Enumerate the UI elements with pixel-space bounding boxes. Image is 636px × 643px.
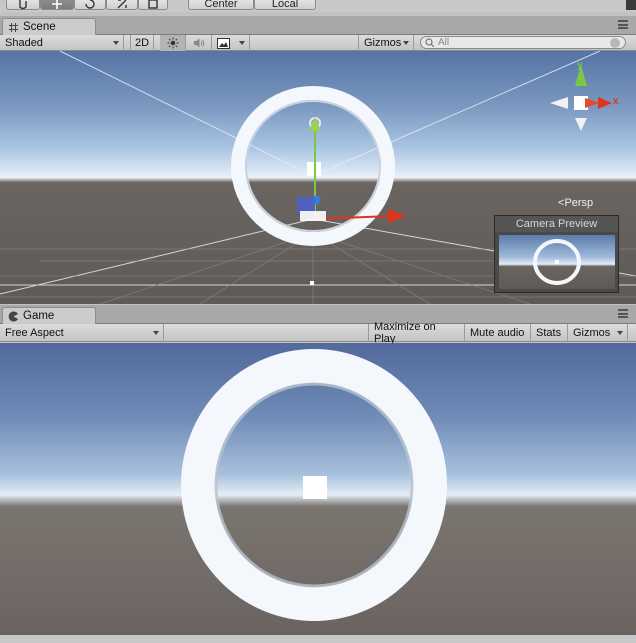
orientation-gizmo [550, 65, 612, 131]
tab-game-label: Game [23, 310, 55, 322]
scene-search-placeholder: All [438, 37, 450, 48]
chevron-down-icon [153, 331, 159, 335]
rect-icon [148, 0, 158, 9]
scene-gizmos-dropdown[interactable]: Gizmos [358, 35, 414, 51]
shading-mode-value: Shaded [5, 37, 43, 49]
audio-toggle[interactable] [186, 35, 212, 51]
game-gizmos-dropdown[interactable]: Gizmos [568, 324, 628, 342]
mute-audio-label: Mute audio [470, 327, 525, 339]
mode-2d-toggle[interactable]: 2D [130, 35, 154, 51]
hand-icon [19, 0, 27, 10]
rotate-tool-button[interactable] [74, 0, 106, 10]
window-corner [626, 0, 636, 10]
search-clear-icon[interactable] [610, 38, 620, 48]
camera-preview-panel: Camera Preview [494, 215, 619, 293]
move-tool-button[interactable] [40, 0, 74, 10]
camera-preview-drawing [533, 239, 581, 285]
scene-tab-menu-icon[interactable] [618, 20, 628, 29]
shading-mode-dropdown[interactable]: Shaded [0, 35, 124, 51]
pivot-mode-button[interactable]: Center [188, 0, 254, 10]
pivot-mode-label: Center [204, 0, 238, 10]
aspect-value: Free Aspect [5, 327, 64, 339]
cube-object-game [303, 476, 327, 499]
axis-x-label: x [613, 96, 619, 107]
maximize-on-play-label: Maximize on Play [374, 321, 436, 345]
tab-game[interactable]: Game [2, 307, 96, 324]
game-tab-bar: Game [0, 305, 636, 324]
game-gizmos-label: Gizmos [573, 327, 611, 339]
pivot-space-button[interactable]: Local [254, 0, 316, 10]
tab-scene-label: Scene [23, 21, 56, 33]
rect-tool-button[interactable] [138, 0, 168, 10]
effects-dropdown[interactable] [212, 35, 250, 51]
scene-gizmos-label: Gizmos [364, 37, 402, 49]
maximize-on-play-toggle[interactable]: Maximize on Play [368, 321, 465, 345]
move-icon [52, 0, 62, 9]
scene-viewport[interactable]: y x <Persp Camera Preview [0, 51, 636, 304]
stats-label: Stats [536, 327, 562, 339]
aspect-dropdown[interactable]: Free Aspect [0, 324, 164, 342]
camera-preview-title: Camera Preview [495, 216, 618, 232]
rotate-icon [85, 0, 95, 9]
pac-icon [8, 311, 18, 321]
grid-icon [9, 22, 18, 32]
tab-scene[interactable]: Scene [2, 18, 96, 35]
game-drawing [181, 349, 447, 621]
scene-search-input[interactable]: All [420, 36, 626, 49]
game-viewport[interactable] [0, 343, 636, 635]
stats-toggle[interactable]: Stats [531, 324, 568, 342]
mute-audio-toggle[interactable]: Mute audio [465, 324, 531, 342]
projection-label: Persp [564, 197, 594, 209]
chevron-down-icon [403, 41, 409, 45]
hand-tool-button[interactable] [6, 0, 40, 10]
projection-toggle[interactable]: <Persp [558, 197, 593, 209]
speaker-icon [193, 38, 204, 48]
pivot-space-label: Local [271, 0, 299, 10]
main-toolbar: Center Local [0, 0, 636, 12]
chevron-down-icon [239, 41, 245, 45]
chevron-down-icon [617, 331, 623, 335]
game-toolbar: Free Aspect Maximize on Play Mute audio … [0, 321, 636, 345]
camera-preview-view [499, 235, 615, 289]
axis-y-label: y [577, 60, 583, 71]
sun-icon [167, 37, 178, 49]
scene-toolbar: Shaded 2D Gizmos All [0, 35, 636, 51]
bottom-strip [0, 635, 636, 643]
lighting-toggle[interactable] [160, 35, 186, 51]
game-tab-menu-icon[interactable] [618, 309, 628, 318]
scale-tool-button[interactable] [106, 0, 138, 10]
search-icon [425, 37, 435, 47]
chevron-down-icon [113, 41, 119, 45]
scale-icon [117, 0, 127, 9]
scene-tab-bar: Scene [0, 16, 636, 35]
image-icon [217, 37, 230, 49]
mode-2d-label: 2D [134, 37, 150, 49]
